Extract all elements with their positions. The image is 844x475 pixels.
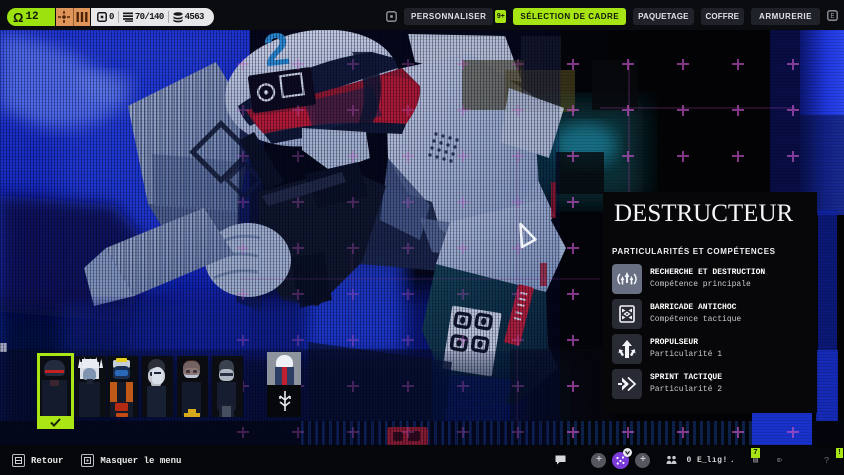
svg-text:E: E (830, 13, 834, 21)
